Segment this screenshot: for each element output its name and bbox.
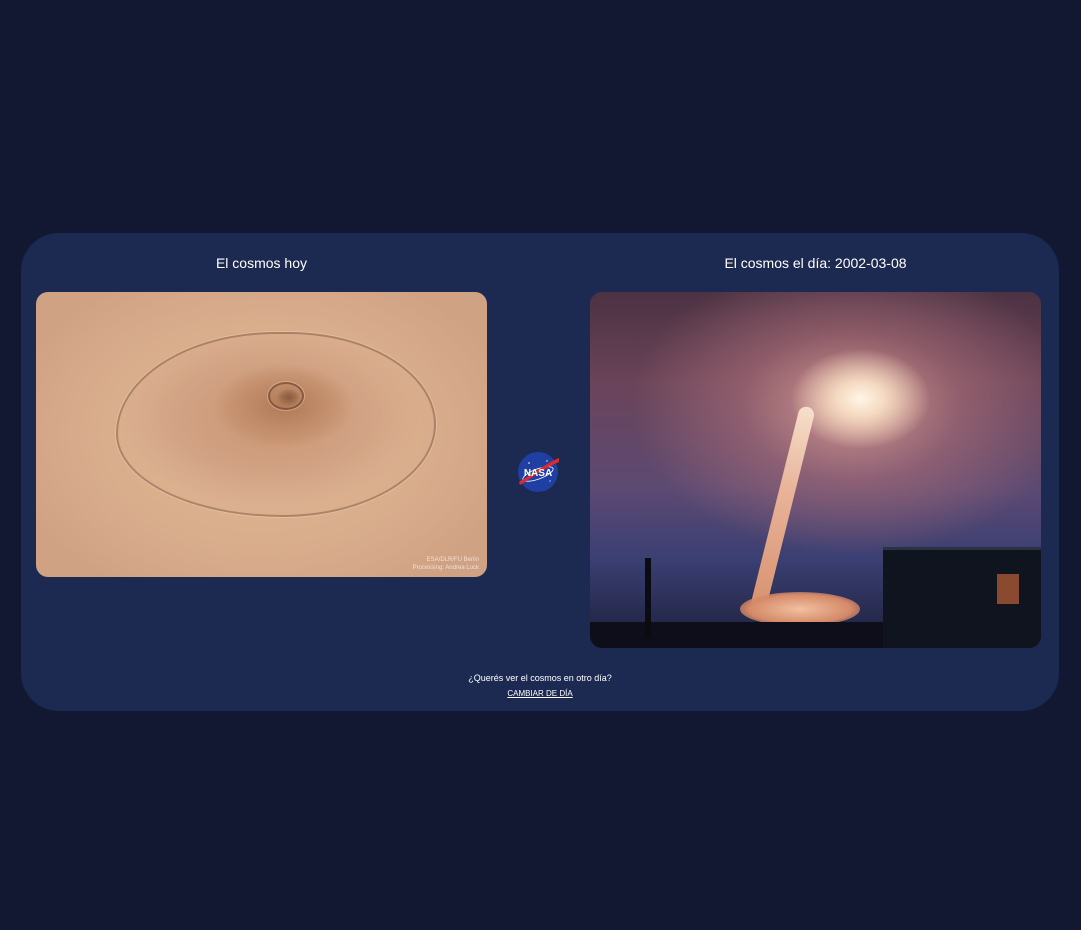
building-window [997, 574, 1019, 604]
rocket-plume [749, 405, 816, 613]
image-credit-line2: Processing: Andrea Luck [412, 565, 479, 571]
today-image: ESA/DLR/FU Berlin Processing: Andrea Luc… [36, 292, 487, 577]
volcano-caldera [268, 382, 304, 410]
tower-silhouette [645, 558, 651, 638]
change-day-link[interactable]: CAMBIAR DE DÍA [507, 689, 572, 698]
image-credit-line1: ESA/DLR/FU Berlin [426, 557, 479, 563]
nasa-logo-label: NASA [524, 468, 552, 479]
building-silhouette [883, 547, 1041, 648]
today-title: El cosmos hoy [215, 255, 308, 271]
nasa-meatball-icon: NASA [518, 452, 559, 492]
cosmos-card: El cosmos hoy El cosmos el día: 2002-03-… [21, 233, 1059, 711]
volcano-rim [116, 332, 436, 517]
other-day-image [590, 292, 1041, 648]
other-day-title: El cosmos el día: 2002-03-08 [724, 255, 907, 271]
image-credit: ESA/DLR/FU Berlin Processing: Andrea Luc… [413, 556, 479, 572]
launch-smoke [740, 592, 860, 626]
change-day-question: ¿Querés ver el cosmos en otro día? [468, 673, 612, 683]
